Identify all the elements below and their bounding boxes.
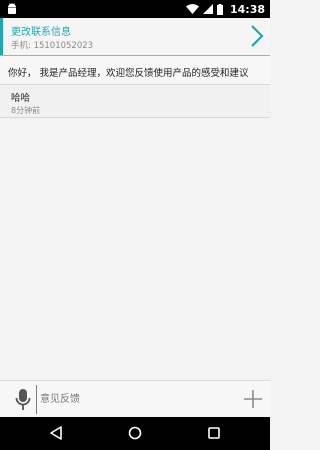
welcome-message: 你好， 我是产品经理，欢迎您反馈使用产品的感受和建议 bbox=[0, 56, 270, 85]
list-item[interactable]: 哈哈 8分钟前 bbox=[0, 86, 270, 118]
microphone-icon[interactable] bbox=[15, 388, 31, 412]
navigation-bar bbox=[0, 417, 270, 450]
clock: 14:38 bbox=[229, 2, 265, 16]
contact-info-header[interactable]: 更改联系信息 手机: 15101052023 bbox=[0, 18, 270, 55]
message-list-area bbox=[0, 118, 270, 380]
wifi-icon bbox=[185, 4, 199, 14]
home-icon[interactable] bbox=[127, 425, 143, 441]
chevron-right-icon[interactable] bbox=[250, 24, 264, 48]
edit-contact-title[interactable]: 更改联系信息 bbox=[11, 23, 71, 38]
message-time: 8分钟前 bbox=[11, 106, 41, 115]
back-icon[interactable] bbox=[48, 425, 64, 441]
message-text: 哈哈 bbox=[11, 93, 31, 104]
phone-number: 手机: 15101052023 bbox=[11, 41, 94, 51]
battery-icon bbox=[216, 3, 223, 15]
plus-icon[interactable] bbox=[244, 390, 262, 408]
welcome-text: 你好， 我是产品经理，欢迎您反馈使用产品的感受和建议 bbox=[8, 68, 249, 79]
android-icon bbox=[8, 3, 16, 14]
status-bar: 14:38 bbox=[0, 0, 270, 18]
recents-icon[interactable] bbox=[206, 425, 222, 441]
input-bar bbox=[0, 380, 270, 417]
feedback-input[interactable] bbox=[36, 385, 232, 414]
signal-icon bbox=[202, 4, 213, 14]
